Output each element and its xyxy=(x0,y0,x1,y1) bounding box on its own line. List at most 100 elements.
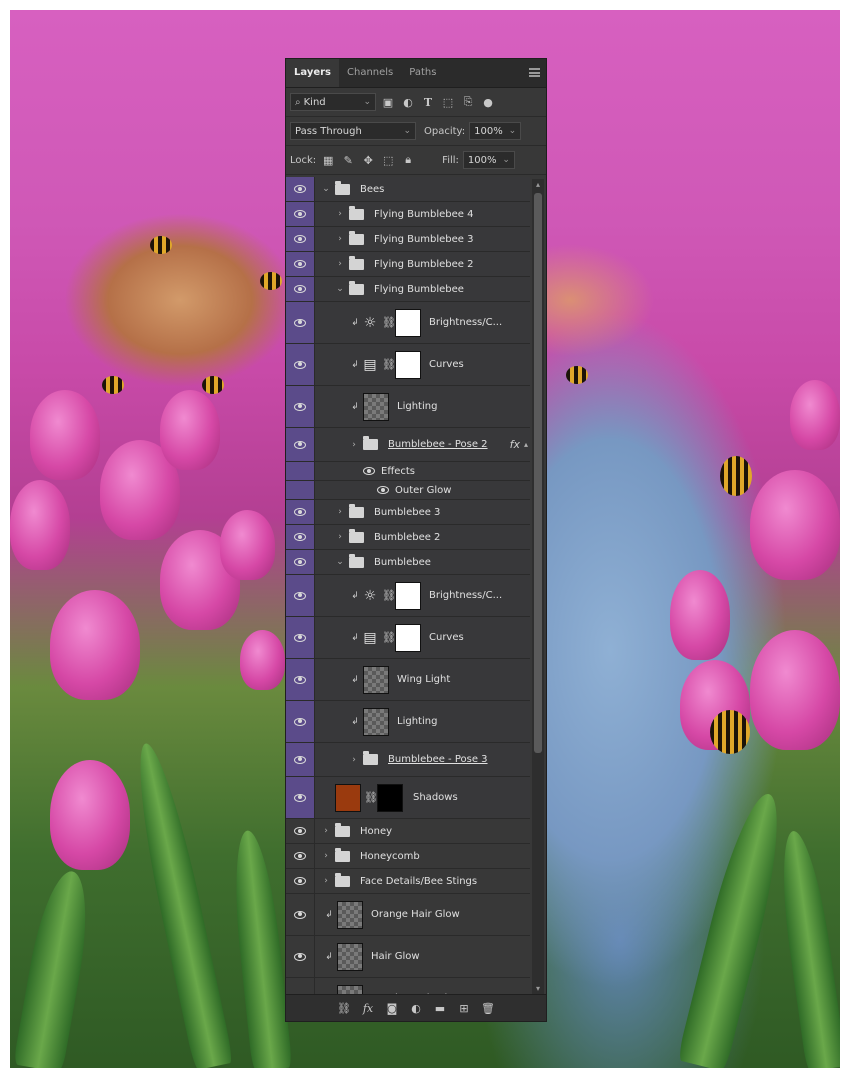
visibility-toggle[interactable] xyxy=(286,575,315,616)
lock-artboard-icon[interactable]: ⬚ xyxy=(380,152,396,168)
eye-icon[interactable] xyxy=(294,285,306,293)
hamburger-menu-icon[interactable] xyxy=(529,68,540,77)
layer-name[interactable]: Shadows xyxy=(413,792,458,803)
layer-body[interactable]: ↲ ▤ ⛓ Curves xyxy=(315,344,530,385)
visibility-toggle[interactable] xyxy=(286,844,315,868)
layer-name[interactable]: Lighting xyxy=(397,401,437,412)
layer-name[interactable]: Honeycomb xyxy=(360,851,420,862)
layer-body[interactable]: › Bumblebee 2 xyxy=(315,525,530,549)
layer-row[interactable]: › Face Details/Bee Stings xyxy=(286,869,530,894)
layer-row[interactable]: ↲ Wing Light xyxy=(286,659,530,701)
layer-body[interactable]: › Face Details/Bee Stings xyxy=(315,869,530,893)
eye-icon[interactable] xyxy=(377,486,389,494)
eye-icon[interactable] xyxy=(294,877,306,885)
eye-icon[interactable] xyxy=(294,440,306,449)
visibility-toggle[interactable] xyxy=(286,500,315,524)
layer-row[interactable]: › Bumblebee 2 xyxy=(286,525,530,550)
visibility-toggle[interactable] xyxy=(286,777,315,818)
chevron-right-icon[interactable]: › xyxy=(335,234,345,244)
visibility-toggle[interactable] xyxy=(286,894,315,935)
kind-filter-dropdown[interactable]: ⌕ Kind ⌄ xyxy=(290,93,376,111)
layer-row[interactable]: › Honeycomb xyxy=(286,844,530,869)
chevron-right-icon[interactable]: › xyxy=(321,826,331,836)
eye-icon[interactable] xyxy=(294,827,306,835)
opacity-input[interactable]: 100% ⌄ xyxy=(469,122,522,140)
visibility-toggle[interactable] xyxy=(286,525,315,549)
layer-name[interactable]: Brightness/C... xyxy=(429,317,502,328)
visibility-toggle[interactable] xyxy=(286,462,315,480)
image-filter-icon[interactable]: ▣ xyxy=(380,94,396,110)
layer-row[interactable]: ↲ Hair Glow xyxy=(286,936,530,978)
filter-toggle-icon[interactable]: ● xyxy=(480,94,496,110)
chevron-right-icon[interactable]: › xyxy=(321,876,331,886)
visibility-toggle[interactable] xyxy=(286,481,315,499)
visibility-toggle[interactable] xyxy=(286,386,315,427)
layer-row[interactable]: ↲ Orange Hair Glow xyxy=(286,894,530,936)
layer-name[interactable]: Bumblebee xyxy=(374,557,431,568)
eye-icon[interactable] xyxy=(294,235,306,243)
layer-row[interactable]: › Bumblebee 3 xyxy=(286,500,530,525)
eye-icon[interactable] xyxy=(294,793,306,802)
layer-row[interactable]: › Bumblebee - Pose 3 xyxy=(286,743,530,777)
visibility-toggle[interactable] xyxy=(286,202,315,226)
visibility-toggle[interactable] xyxy=(286,177,315,201)
layer-body[interactable]: ↲ Wing Light xyxy=(315,659,530,700)
layer-body[interactable]: › Bumblebee - Pose 3 xyxy=(315,743,530,776)
layer-body[interactable]: ↲ Orange Hair Glow xyxy=(315,894,530,935)
eye-icon[interactable] xyxy=(363,467,375,475)
eye-icon[interactable] xyxy=(294,260,306,268)
eye-icon[interactable] xyxy=(294,533,306,541)
layer-name[interactable]: Outer Glow xyxy=(395,485,451,496)
layer-row[interactable]: › Bumblebee - Pose 2 fx ▴ xyxy=(286,428,530,462)
eye-icon[interactable] xyxy=(294,402,306,411)
adjustment-filter-icon[interactable]: ◐ xyxy=(400,94,416,110)
layer-row[interactable]: ⌄ Bumblebee xyxy=(286,550,530,575)
layer-name[interactable]: Orange Hair Glow xyxy=(371,909,460,920)
eye-icon[interactable] xyxy=(294,852,306,860)
eye-icon[interactable] xyxy=(294,633,306,642)
layer-row[interactable]: ↲ ☼ ⛓ Brightness/C... xyxy=(286,302,530,344)
layer-name[interactable]: Bumblebee - Pose 3 xyxy=(388,754,488,765)
shape-filter-icon[interactable]: ⬚ xyxy=(440,94,456,110)
adjustment-layer-icon[interactable]: ◐ xyxy=(409,1001,423,1015)
chevron-down-icon[interactable]: ⌄ xyxy=(335,557,345,567)
layer-body[interactable]: › Bumblebee 3 xyxy=(315,500,530,524)
lock-image-icon[interactable]: ✎ xyxy=(340,152,356,168)
visibility-toggle[interactable] xyxy=(286,819,315,843)
layer-body[interactable]: › Bumblebee - Pose 2 fx ▴ xyxy=(315,428,530,461)
fill-input[interactable]: 100% ⌄ xyxy=(462,151,515,169)
visibility-toggle[interactable] xyxy=(286,659,315,700)
layer-body[interactable]: › Flying Bumblebee 4 xyxy=(315,202,530,226)
layer-row[interactable]: ↲ Lighting xyxy=(286,701,530,743)
link-layers-icon[interactable]: ⛓ xyxy=(337,1001,351,1015)
layer-body[interactable]: ↲ ☼ ⛓ Brightness/C... xyxy=(315,575,530,616)
chevron-right-icon[interactable]: › xyxy=(349,755,359,765)
visibility-toggle[interactable] xyxy=(286,869,315,893)
visibility-toggle[interactable] xyxy=(286,302,315,343)
visibility-toggle[interactable] xyxy=(286,227,315,251)
new-layer-icon[interactable]: ⊞ xyxy=(457,1001,471,1015)
layer-name[interactable]: Flying Bumblebee xyxy=(374,284,464,295)
layer-body[interactable]: ↲ Hair Glow xyxy=(315,936,530,977)
layer-row[interactable]: ⛓ Shadows xyxy=(286,777,530,819)
visibility-toggle[interactable] xyxy=(286,252,315,276)
scroll-down-icon[interactable]: ▾ xyxy=(534,985,542,993)
layer-body[interactable]: › Honey xyxy=(315,819,530,843)
layer-name[interactable]: Flying Bumblebee 3 xyxy=(374,234,474,245)
lock-all-icon[interactable]: 🔒︎ xyxy=(400,152,416,168)
eye-icon[interactable] xyxy=(294,717,306,726)
layer-row[interactable]: ↲ ▤ ⛓ Curves xyxy=(286,617,530,659)
layer-name[interactable]: Bumblebee 3 xyxy=(374,507,440,518)
chevron-right-icon[interactable]: › xyxy=(335,507,345,517)
layer-body[interactable]: › Flying Bumblebee 2 xyxy=(315,252,530,276)
layer-body[interactable]: Effects xyxy=(315,462,530,480)
scroll-thumb[interactable] xyxy=(534,193,542,753)
layer-row[interactable]: ↲ ▤ ⛓ Curves xyxy=(286,344,530,386)
layer-row[interactable]: › Flying Bumblebee 3 xyxy=(286,227,530,252)
new-group-icon[interactable]: ▬ xyxy=(433,1001,447,1015)
layer-body[interactable]: ⌄ Flying Bumblebee xyxy=(315,277,530,301)
blend-mode-dropdown[interactable]: Pass Through ⌄ xyxy=(290,122,416,140)
scroll-up-icon[interactable]: ▴ xyxy=(534,181,542,189)
layer-row[interactable]: › Flying Bumblebee 4 xyxy=(286,202,530,227)
eye-icon[interactable] xyxy=(294,755,306,764)
